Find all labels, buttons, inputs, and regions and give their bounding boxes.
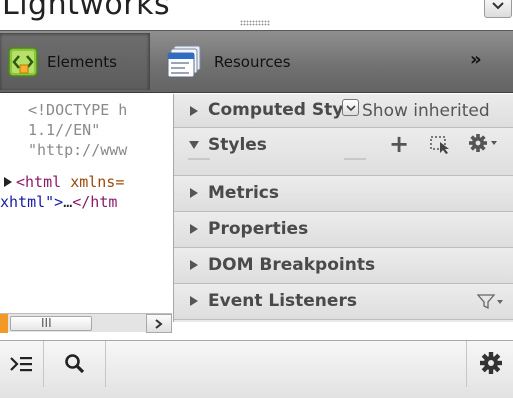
properties-section[interactable]: Properties [174, 212, 513, 248]
dom-breakpoints-label: DOM Breakpoints [208, 255, 376, 275]
filter-icon[interactable] [477, 294, 503, 310]
settings-button[interactable] [466, 341, 513, 387]
collapsed-triangle-icon [190, 224, 198, 234]
html-close-tag: </htm [72, 193, 118, 211]
window-dropdown-button[interactable] [484, 0, 512, 18]
computed-style-section[interactable]: Computed Sty Show inherited [174, 94, 513, 128]
app-title: Lightworks [2, 0, 171, 22]
event-listeners-label: Event Listeners [208, 291, 357, 311]
collapsed-triangle-icon [190, 106, 198, 116]
console-toggle-button[interactable] [0, 341, 44, 387]
html-xmlns-value: xhtml"> [0, 193, 64, 211]
resources-tab-label: Resources [214, 53, 291, 71]
styles-section[interactable]: Styles + [174, 128, 513, 176]
more-panels-button[interactable]: » [470, 49, 482, 70]
metrics-section[interactable]: Metrics [174, 176, 513, 212]
doctype-line-3: "http://www [28, 141, 128, 159]
elements-icon [8, 47, 38, 77]
add-style-rule-button[interactable]: + [389, 130, 409, 158]
resize-grip[interactable] [240, 20, 270, 26]
scrollbar-thumb[interactable]: III [10, 316, 92, 331]
html-node-line-2[interactable]: xhtml">…</htm [0, 192, 117, 212]
collapsed-triangle-icon [190, 296, 198, 306]
resources-tab[interactable]: Resources [158, 33, 348, 90]
search-icon [65, 354, 85, 374]
dom-horizontal-scrollbar[interactable]: III [0, 313, 172, 333]
show-inherited-label: Show inherited [362, 101, 490, 121]
devtools-toolbar: Elements Resources » [0, 30, 513, 93]
scroll-right-button[interactable] [146, 314, 172, 333]
doctype-line-2: 1.1//EN" [28, 121, 101, 139]
html-node-line[interactable]: <html xmlns= [0, 172, 124, 252]
elements-tab[interactable]: Elements [0, 33, 150, 90]
dom-tree-panel: <!DOCTYPE h 1.1//EN" "http://www <html x… [0, 94, 172, 314]
styles-divider [344, 158, 366, 160]
event-listeners-section[interactable]: Event Listeners [174, 284, 513, 320]
collapsed-triangle-icon [190, 188, 198, 198]
chevron-down-icon [346, 105, 356, 112]
collapsed-triangle-icon [190, 260, 198, 270]
properties-label: Properties [208, 219, 309, 239]
chevron-right-icon [155, 319, 163, 329]
html-open-tag: <html [16, 173, 62, 191]
show-inherited-checkbox[interactable] [342, 99, 359, 116]
expanded-triangle-icon [189, 141, 199, 149]
styles-sidebar: Computed Sty Show inherited Styles + Met… [173, 94, 513, 322]
gear-icon[interactable] [468, 133, 498, 153]
scroll-left-button[interactable] [0, 314, 8, 333]
expand-triangle-icon[interactable] [2, 176, 14, 188]
styles-label: Styles [208, 135, 267, 155]
dom-breakpoints-section[interactable]: DOM Breakpoints [174, 248, 513, 284]
html-xmlns-attr: xmlns= [70, 173, 125, 191]
chevron-down-icon [492, 2, 504, 10]
element-state-icon[interactable] [430, 136, 452, 154]
console-icon [10, 357, 32, 372]
computed-style-label: Computed Sty [208, 100, 344, 120]
window-title-bar: Lightworks [0, 0, 513, 30]
gear-icon [480, 352, 502, 374]
doctype-line-1[interactable]: <!DOCTYPE h [28, 100, 127, 120]
styles-divider [188, 158, 210, 160]
html-ellipsis: … [63, 193, 73, 211]
metrics-label: Metrics [208, 183, 279, 203]
scrollbar-grip: III [41, 316, 52, 330]
devtools-status-bar [0, 340, 513, 398]
search-button[interactable] [44, 341, 106, 387]
resources-icon [167, 45, 201, 78]
elements-tab-label: Elements [47, 53, 117, 71]
